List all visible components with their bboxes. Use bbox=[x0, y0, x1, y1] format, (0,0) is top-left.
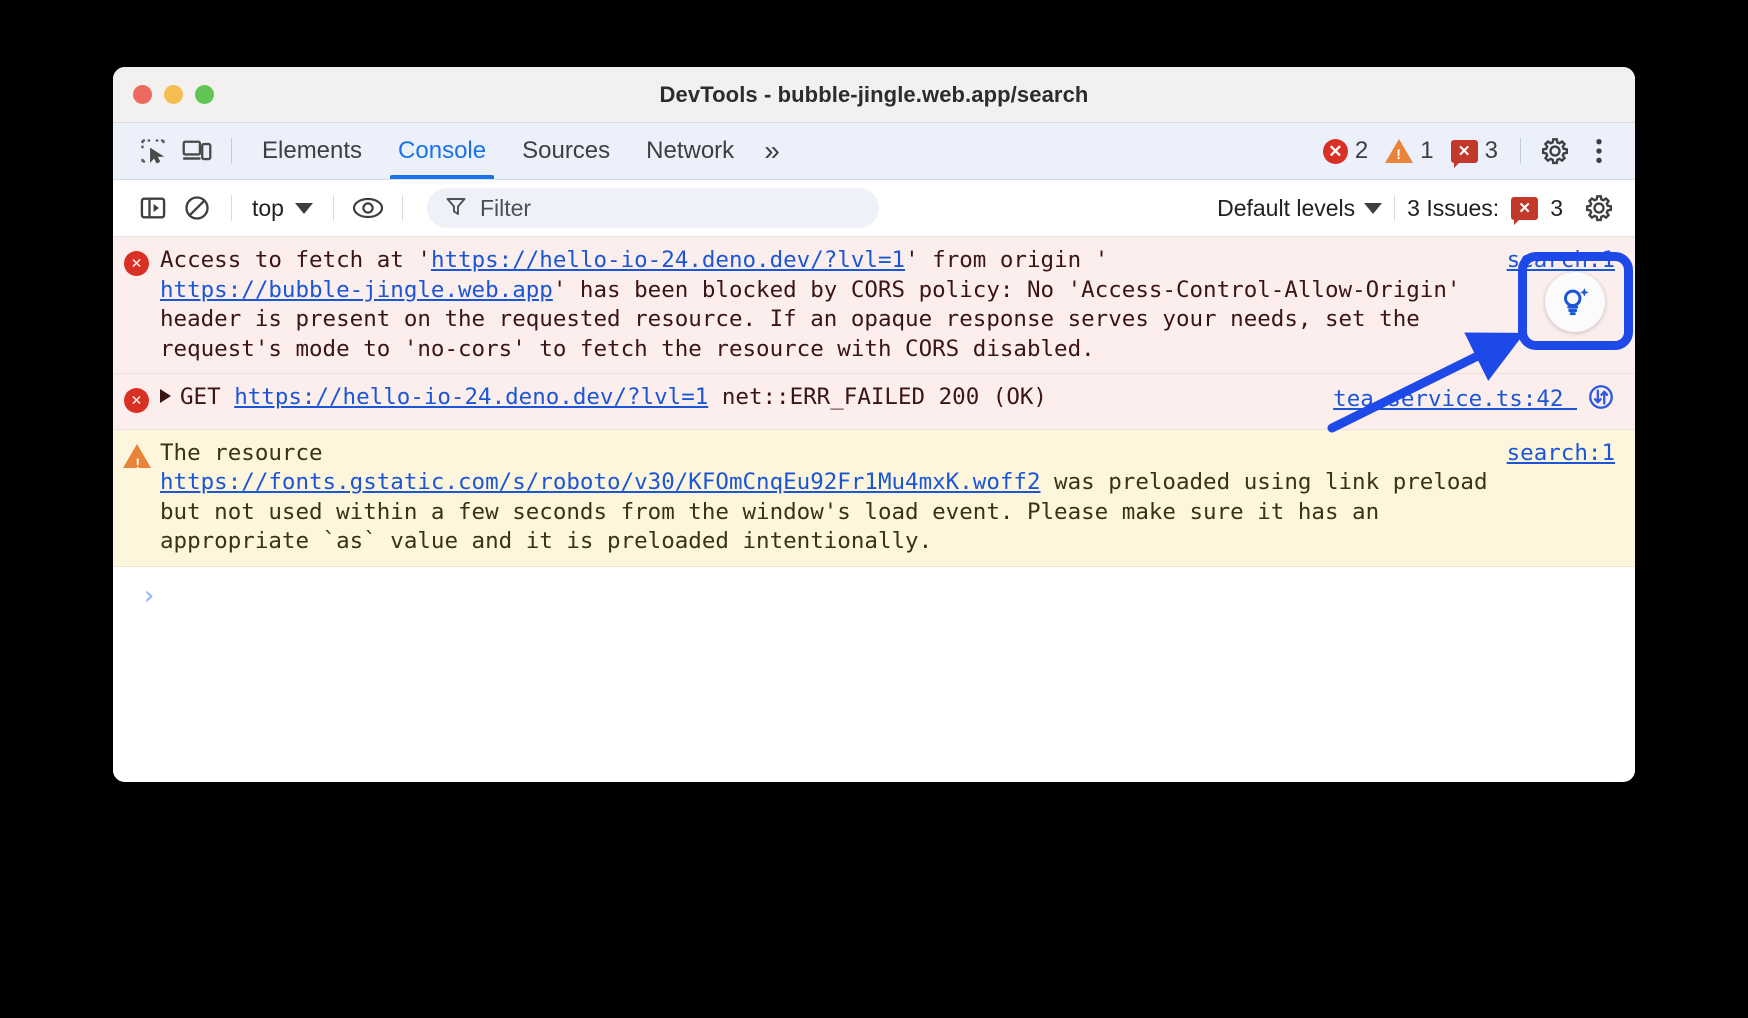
error-count-label: 2 bbox=[1355, 137, 1368, 165]
ask-ai-button[interactable] bbox=[1545, 272, 1605, 332]
filterbar-divider-4 bbox=[1394, 195, 1395, 221]
console-message-text: GET https://hello-io-24.deno.dev/?lvl=1 … bbox=[160, 383, 1333, 413]
issue-counters: ✕ 2 1 ✕ 3 bbox=[1323, 137, 1508, 165]
kebab-menu-icon[interactable] bbox=[1577, 131, 1621, 171]
log-levels-selector[interactable]: Default levels bbox=[1217, 195, 1382, 222]
msg1-link-request-url[interactable]: https://hello-io-24.deno.dev/?lvl=1 bbox=[234, 384, 708, 410]
issues-counter[interactable]: ✕ 3 bbox=[1451, 137, 1498, 165]
more-tabs-button[interactable]: » bbox=[752, 123, 789, 179]
filterbar-divider-1 bbox=[231, 195, 232, 221]
warning-count-label: 1 bbox=[1420, 137, 1433, 165]
error-circle-icon: ✕ bbox=[113, 383, 160, 413]
console-message-error-cors[interactable]: ✕ Access to fetch at 'https://hello-io-2… bbox=[113, 237, 1635, 374]
console-filter-toolbar: top Filter Defa bbox=[113, 180, 1635, 237]
msg2-source-link[interactable]: search:1 bbox=[1507, 439, 1635, 469]
console-sidebar-icon[interactable] bbox=[131, 188, 175, 228]
toolbar-divider bbox=[231, 138, 232, 164]
prompt-chevron-icon: › bbox=[141, 581, 157, 611]
msg1-status: net::ERR_FAILED 200 (OK) bbox=[722, 384, 1047, 410]
live-expression-icon[interactable] bbox=[346, 188, 390, 228]
msg2-link-font-url[interactable]: https://fonts.gstatic.com/s/roboto/v30/K… bbox=[160, 469, 1041, 495]
execution-context-label: top bbox=[252, 195, 284, 222]
issue-badge-icon: ✕ bbox=[1451, 140, 1478, 163]
issues-count-label: 3 bbox=[1550, 195, 1563, 222]
console-message-warning-preload[interactable]: The resource https://fonts.gstatic.com/s… bbox=[113, 430, 1635, 567]
msg1-source-link[interactable]: tea.service.ts:42 bbox=[1333, 386, 1563, 412]
execution-context-selector[interactable]: top bbox=[244, 195, 321, 222]
msg0-source-link[interactable]: search:1 bbox=[1507, 246, 1635, 276]
chevron-down-icon bbox=[295, 203, 313, 214]
issue-count-label: 3 bbox=[1485, 137, 1498, 165]
error-counter[interactable]: ✕ 2 bbox=[1323, 137, 1368, 165]
issue-badge-icon: ✕ bbox=[1511, 197, 1538, 220]
expand-toggle-icon[interactable] bbox=[160, 389, 171, 403]
msg0-part2: ' from origin ' bbox=[905, 247, 1108, 273]
filterbar-divider-2 bbox=[333, 195, 334, 221]
console-settings-gear-icon[interactable] bbox=[1577, 188, 1621, 228]
warning-counter[interactable]: 1 bbox=[1385, 137, 1433, 165]
window-titlebar: DevTools - bubble-jingle.web.app/search bbox=[113, 67, 1635, 123]
devtools-window: DevTools - bubble-jingle.web.app/search bbox=[113, 67, 1635, 782]
chevron-down-icon bbox=[1364, 203, 1382, 214]
filter-placeholder-text: Filter bbox=[480, 195, 531, 222]
filter-input[interactable]: Filter bbox=[427, 188, 879, 228]
toolbar-divider-right bbox=[1520, 138, 1521, 164]
msg0-part0: Access to fetch at ' bbox=[160, 247, 431, 273]
gear-icon[interactable] bbox=[1533, 131, 1577, 171]
lightbulb-sparkle-icon bbox=[1558, 285, 1592, 319]
screenshot-root: DevTools - bubble-jingle.web.app/search bbox=[0, 0, 1748, 1018]
issues-label: 3 Issues: bbox=[1407, 195, 1499, 222]
tab-sources[interactable]: Sources bbox=[504, 123, 628, 179]
warning-triangle-icon bbox=[1385, 139, 1413, 163]
msg1-method: GET bbox=[180, 384, 221, 410]
clear-console-icon[interactable] bbox=[175, 188, 219, 228]
console-message-text: The resource https://fonts.gstatic.com/s… bbox=[160, 439, 1507, 557]
devtools-main-toolbar: Elements Console Sources Network » ✕ 2 1… bbox=[113, 123, 1635, 180]
filter-icon bbox=[445, 195, 467, 222]
filterbar-divider-3 bbox=[402, 195, 403, 221]
window-title: DevTools - bubble-jingle.web.app/search bbox=[113, 82, 1635, 108]
console-prompt[interactable]: › bbox=[113, 567, 1635, 611]
device-toolbar-icon[interactable] bbox=[175, 131, 219, 171]
msg2-part0: The resource bbox=[160, 440, 323, 466]
tab-elements[interactable]: Elements bbox=[244, 123, 380, 179]
warning-triangle-icon bbox=[113, 439, 160, 468]
tab-console[interactable]: Console bbox=[380, 123, 504, 179]
error-circle-icon: ✕ bbox=[113, 246, 160, 276]
msg0-link-request-url[interactable]: https://hello-io-24.deno.dev/?lvl=1 bbox=[431, 247, 905, 273]
console-message-list: ✕ Access to fetch at 'https://hello-io-2… bbox=[113, 237, 1635, 781]
console-message-text: Access to fetch at 'https://hello-io-24.… bbox=[160, 246, 1507, 364]
open-in-network-panel-icon[interactable] bbox=[1587, 383, 1615, 420]
log-levels-label: Default levels bbox=[1217, 195, 1355, 222]
error-circle-icon: ✕ bbox=[1323, 139, 1348, 164]
msg1-source-link-wrap[interactable]: tea.service.ts:42 bbox=[1333, 383, 1635, 420]
inspect-element-icon[interactable] bbox=[131, 131, 175, 171]
msg0-link-origin-url[interactable]: https://bubble-jingle.web.app bbox=[160, 277, 553, 303]
issues-summary[interactable]: 3 Issues: ✕ 3 bbox=[1407, 195, 1563, 222]
tab-network[interactable]: Network bbox=[628, 123, 752, 179]
console-message-error-get[interactable]: ✕ GET https://hello-io-24.deno.dev/?lvl=… bbox=[113, 374, 1635, 430]
